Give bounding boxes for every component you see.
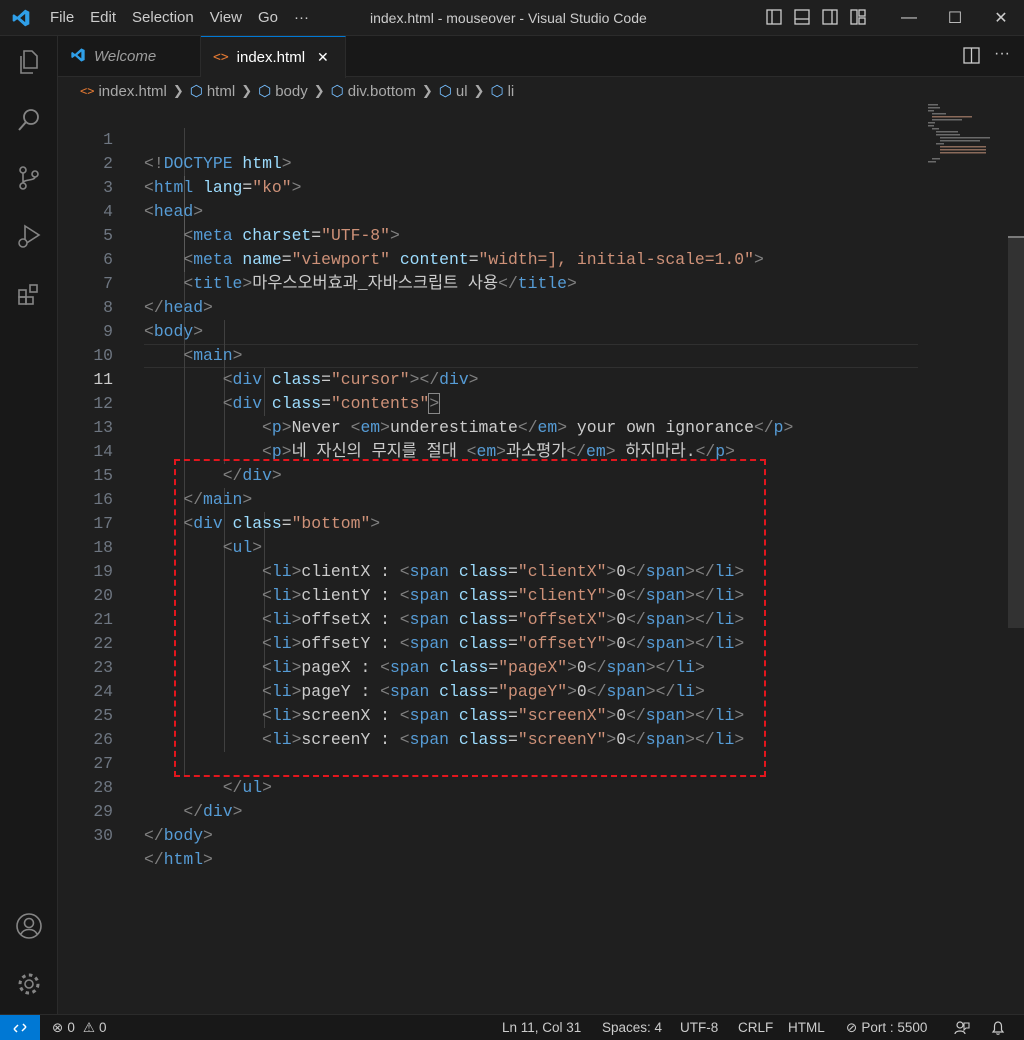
- tab-label: Welcome: [94, 48, 157, 65]
- layout-controls: [765, 8, 867, 26]
- breadcrumb-item[interactable]: li: [508, 83, 515, 100]
- symbol-cube-icon: ⬡: [258, 83, 272, 100]
- problems-indicator[interactable]: ⊗ 0 ⚠ 0: [52, 1015, 106, 1040]
- menu-go[interactable]: Go: [250, 0, 286, 36]
- code-line: 4 <meta charset="UTF-8">: [58, 176, 918, 245]
- chevron-right-icon: ❯: [172, 83, 184, 98]
- encoding-setting[interactable]: UTF-8: [680, 1015, 718, 1040]
- menu-edit[interactable]: Edit: [82, 0, 124, 36]
- vertical-scrollbar[interactable]: [1008, 236, 1024, 628]
- code-line: 9 <main>: [58, 296, 918, 365]
- port-label: Port : 5500: [861, 1020, 928, 1035]
- remote-indicator-icon[interactable]: [0, 1015, 40, 1040]
- split-editor-icon[interactable]: [963, 47, 980, 69]
- breadcrumb-item[interactable]: div.bottom: [348, 83, 416, 100]
- run-debug-icon[interactable]: [13, 220, 45, 252]
- chevron-right-icon: ❯: [313, 83, 325, 98]
- code-line: 29 </body>: [58, 776, 918, 845]
- breadcrumb-item[interactable]: ul: [456, 83, 468, 100]
- code-line: 3 <head>: [58, 152, 918, 221]
- explorer-icon[interactable]: [13, 46, 45, 78]
- warning-icon: ⚠: [82, 1020, 95, 1035]
- breadcrumb: <> index.html ❯ ⬡ html ❯ ⬡ body ❯ ⬡ div.…: [80, 80, 514, 102]
- window-title: index.html - mouseover - Visual Studio C…: [370, 10, 647, 26]
- breadcrumb-item[interactable]: html: [207, 83, 235, 100]
- symbol-cube-icon: ⬡: [438, 83, 452, 100]
- maximize-icon[interactable]: ☐: [932, 0, 978, 36]
- menu-bar: File Edit Selection View Go ···: [42, 0, 317, 36]
- settings-gear-icon[interactable]: [13, 968, 45, 1000]
- indentation-setting[interactable]: Spaces: 4: [602, 1015, 662, 1040]
- source-control-icon[interactable]: [13, 162, 45, 194]
- language-mode[interactable]: HTML: [788, 1015, 825, 1040]
- code-line: 12 <p>Never <em>underestimate</em> your …: [58, 368, 918, 437]
- customize-layout-icon[interactable]: [849, 8, 867, 26]
- code-line: 1 <!DOCTYPE html>: [58, 104, 918, 173]
- status-bar: ⊗ 0 ⚠ 0 Ln 11, Col 31 Spaces: 4 UTF-8 CR…: [0, 1014, 1024, 1040]
- toggle-secondary-sidebar-icon[interactable]: [821, 8, 839, 26]
- symbol-cube-icon: ⬡: [330, 83, 344, 100]
- extensions-icon[interactable]: [13, 278, 45, 310]
- live-server-port[interactable]: ⊘ Port : 5500: [846, 1015, 927, 1040]
- feedback-icon[interactable]: [954, 1015, 970, 1040]
- notifications-bell-icon[interactable]: [990, 1015, 1006, 1040]
- eol-setting[interactable]: CRLF: [738, 1015, 773, 1040]
- error-count: 0: [67, 1020, 75, 1035]
- close-window-icon[interactable]: ✕: [978, 0, 1024, 36]
- html-file-icon: <>: [213, 50, 229, 65]
- code-line: 14 </div>: [58, 416, 918, 485]
- title-bar: File Edit Selection View Go ··· index.ht…: [0, 0, 1024, 36]
- code-line: 13 <p>네 자신의 무지를 절대 <em>과소평가</em> 하지마라.</…: [58, 392, 918, 461]
- annotation-highlight-box: [174, 459, 766, 777]
- chevron-right-icon: ❯: [421, 83, 433, 98]
- menu-file[interactable]: File: [42, 0, 82, 36]
- account-icon[interactable]: [13, 910, 45, 942]
- more-actions-icon[interactable]: ···: [994, 46, 1010, 69]
- editor-tabs: Welcome <> index.html ✕ ···: [58, 36, 1024, 78]
- code-line: 6 <title>마우스오버효과_자바스크립트 사용</title>: [58, 224, 918, 293]
- breadcrumb-item[interactable]: index.html: [98, 83, 166, 100]
- close-tab-icon[interactable]: ✕: [317, 49, 329, 66]
- vscode-logo-icon: [70, 47, 86, 67]
- code-line: 30 </html>: [58, 800, 918, 869]
- cursor-position[interactable]: Ln 11, Col 31: [502, 1015, 581, 1040]
- code-line: 11 <div class="contents">: [58, 344, 918, 414]
- code-line: 8 <body>: [58, 272, 918, 341]
- warning-count: 0: [98, 1020, 107, 1035]
- chevron-right-icon: ❯: [473, 83, 485, 98]
- html-file-icon: <>: [80, 84, 95, 98]
- vscode-logo-icon: [0, 0, 42, 36]
- error-icon: ⊗: [52, 1020, 64, 1035]
- tab-actions: ···: [963, 46, 1010, 69]
- breadcrumb-item[interactable]: body: [275, 83, 308, 100]
- line-number: 30: [93, 826, 113, 845]
- no-entry-icon: ⊘: [846, 1020, 858, 1035]
- menu-more[interactable]: ···: [286, 0, 317, 36]
- menu-selection[interactable]: Selection: [124, 0, 202, 36]
- tab-index-html[interactable]: <> index.html ✕: [201, 36, 346, 78]
- toggle-panel-icon[interactable]: [793, 8, 811, 26]
- chevron-right-icon: ❯: [241, 83, 253, 98]
- code-line: 5 <meta name="viewport" content="width=]…: [58, 200, 918, 269]
- activity-bar: [0, 36, 58, 1014]
- minimap[interactable]: [926, 104, 1006, 164]
- menu-view[interactable]: View: [202, 0, 250, 36]
- symbol-cube-icon: ⬡: [189, 83, 203, 100]
- search-icon[interactable]: [13, 104, 45, 136]
- window-controls: — ☐ ✕: [886, 0, 1024, 36]
- code-line: 10 <div class="cursor"></div>: [58, 320, 918, 389]
- symbol-cube-icon: ⬡: [490, 83, 504, 100]
- code-line: 7 </head>: [58, 248, 918, 317]
- tab-welcome[interactable]: Welcome: [58, 36, 201, 77]
- scrollbar-cursor-marker: [1008, 236, 1024, 238]
- minimize-icon[interactable]: —: [886, 0, 932, 36]
- tab-label: index.html: [236, 49, 306, 66]
- code-line: 2 <html lang="ko">: [58, 128, 918, 197]
- toggle-primary-sidebar-icon[interactable]: [765, 8, 783, 26]
